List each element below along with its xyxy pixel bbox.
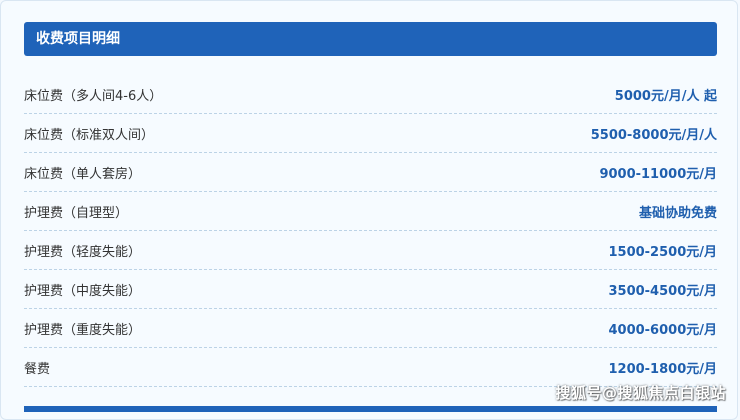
fee-item-name: 餐费 — [24, 361, 51, 377]
fee-item-price: 1200-1800元/月 — [608, 361, 717, 377]
section-title: 收费项目明细 — [24, 22, 717, 56]
section-bottom-bar — [24, 406, 717, 412]
list-item: 护理费（自理型） 基础协助免费 — [24, 192, 717, 231]
fee-item-name: 床位费（单人套房） — [24, 166, 142, 182]
fee-item-price: 4000-6000元/月 — [608, 322, 717, 338]
fee-item-price: 3500-4500元/月 — [608, 283, 717, 299]
fee-item-name: 护理费（轻度失能） — [24, 244, 142, 260]
list-item: 床位费（标准双人间） 5500-8000元/月/人 — [24, 114, 717, 153]
fee-item-name: 床位费（标准双人间） — [24, 127, 155, 143]
fee-item-name: 护理费（中度失能） — [24, 283, 142, 299]
list-item: 护理费（重度失能） 4000-6000元/月 — [24, 309, 717, 348]
fee-item-name: 护理费（自理型） — [24, 205, 129, 221]
list-item: 护理费（中度失能） 3500-4500元/月 — [24, 270, 717, 309]
fee-item-price: 5500-8000元/月/人 — [590, 127, 717, 143]
list-item: 床位费（单人套房） 9000-11000元/月 — [24, 153, 717, 192]
fee-list: 床位费（多人间4-6人） 5000元/月/人 起 床位费（标准双人间） 5500… — [24, 75, 717, 387]
fee-item-price: 5000元/月/人 起 — [614, 88, 717, 104]
watermark: 搜狐号@搜狐焦点白银站 — [555, 384, 726, 402]
fee-item-name: 护理费（重度失能） — [24, 322, 142, 338]
fee-item-price: 1500-2500元/月 — [608, 244, 717, 260]
fee-details-card: 收费项目明细 床位费（多人间4-6人） 5000元/月/人 起 床位费（标准双人… — [0, 0, 738, 420]
fee-item-name: 床位费（多人间4-6人） — [24, 88, 163, 104]
fee-item-price: 9000-11000元/月 — [599, 166, 717, 182]
list-item: 护理费（轻度失能） 1500-2500元/月 — [24, 231, 717, 270]
list-item: 床位费（多人间4-6人） 5000元/月/人 起 — [24, 75, 717, 114]
fee-item-price: 基础协助免费 — [638, 205, 717, 221]
